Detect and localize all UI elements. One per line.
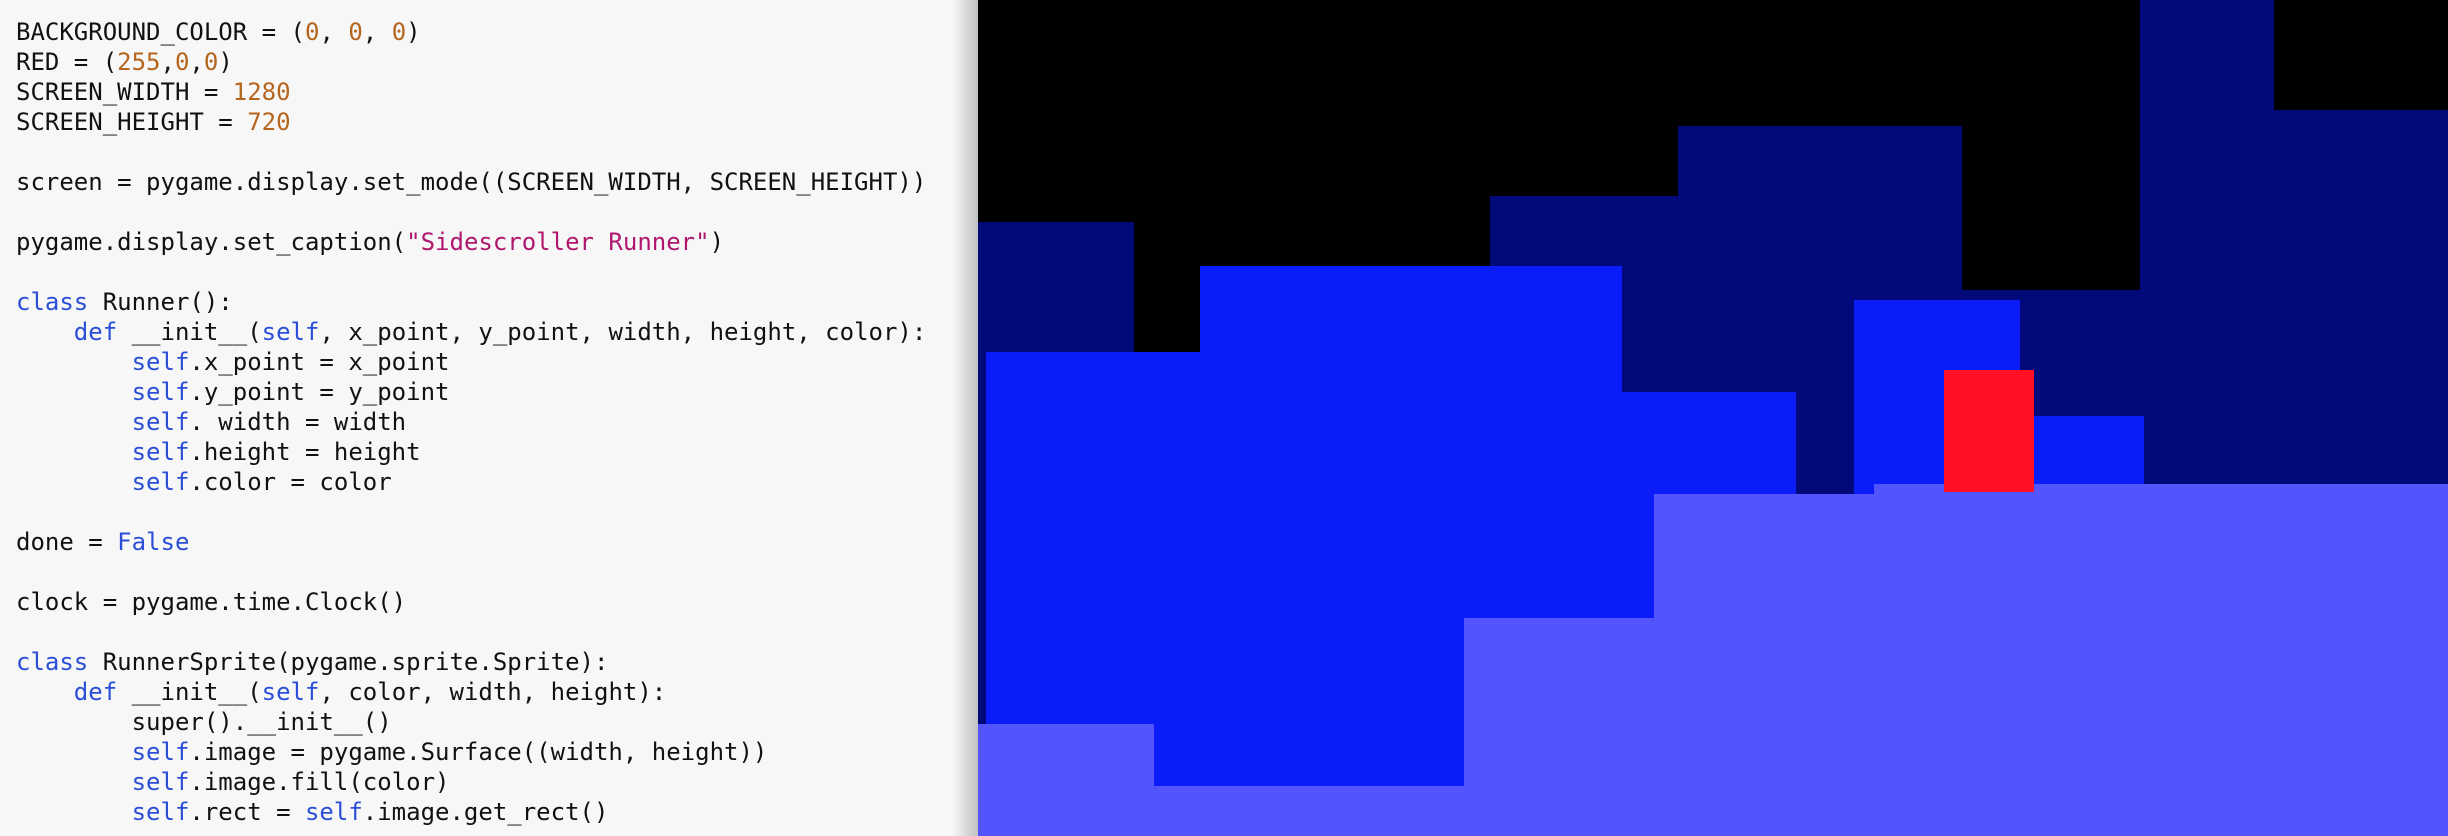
- code-token: __init__(: [117, 678, 262, 706]
- foreground-platform: [1154, 786, 1464, 836]
- foreground-platform: [2094, 484, 2448, 668]
- code-token: ,: [362, 18, 392, 46]
- code-line: pygame.display.set_caption("Sidescroller…: [16, 227, 724, 257]
- foreground-platform: [2094, 668, 2448, 836]
- foreground-platform: [1464, 618, 1654, 836]
- code-line: SCREEN_HEIGHT = 720: [16, 107, 291, 137]
- code-token: self: [261, 318, 320, 346]
- code-token: .height = height: [189, 438, 421, 466]
- code-token: 1280: [232, 78, 291, 106]
- code-line: def __init__(self, x_point, y_point, wid…: [16, 317, 927, 347]
- code-token: screen = pygame.display.set_mode((SCREEN…: [16, 168, 927, 196]
- code-token: 0: [304, 18, 320, 46]
- code-token: ,: [319, 18, 349, 46]
- code-token: def: [73, 678, 118, 706]
- code-token: ,: [189, 48, 204, 76]
- code-token: , x_point, y_point, width, height, color…: [319, 318, 927, 346]
- foreground-platform: [978, 724, 1154, 836]
- code-token: self: [131, 798, 190, 826]
- code-line: self.y_point = y_point: [16, 377, 450, 407]
- code-token: clock = pygame.time.Clock(): [16, 588, 407, 616]
- pane-divider-shadow: [952, 0, 978, 836]
- code-token: 0: [348, 18, 363, 46]
- code-token: ): [406, 18, 421, 46]
- code-token: . width = width: [189, 408, 407, 436]
- code-line: self.image = pygame.Surface((width, heig…: [16, 737, 768, 767]
- foreground-platform: [1654, 494, 1874, 836]
- code-token: self: [131, 738, 190, 766]
- code-token: class: [16, 648, 89, 676]
- code-token: self: [131, 768, 190, 796]
- code-token: self: [131, 468, 190, 496]
- code-token: super().__init__(): [16, 708, 392, 736]
- code-line: self.image.fill(color): [16, 767, 450, 797]
- code-token: .y_point = y_point: [189, 378, 450, 406]
- code-token: SCREEN_WIDTH =: [16, 78, 233, 106]
- code-token: Runner():: [88, 288, 233, 316]
- code-line: screen = pygame.display.set_mode((SCREEN…: [16, 167, 926, 197]
- code-token: self: [131, 438, 190, 466]
- code-token: False: [117, 528, 190, 556]
- code-token: 255: [117, 48, 161, 76]
- code-token: .image = pygame.Surface((width, height)): [189, 738, 768, 766]
- code-token: 0: [203, 48, 219, 76]
- code-token: 720: [247, 108, 291, 136]
- game-window[interactable]: [978, 0, 2448, 836]
- code-token: class: [16, 288, 89, 316]
- code-line: done = False: [16, 527, 189, 557]
- code-token: .x_point = x_point: [189, 348, 450, 376]
- code-token: "Sidescroller Runner": [406, 228, 710, 256]
- code-line: self. width = width: [16, 407, 407, 437]
- code-line: self.color = color: [16, 467, 392, 497]
- code-token: ): [218, 48, 233, 76]
- code-token: ,: [160, 48, 175, 76]
- code-token: BACKGROUND_COLOR = (: [16, 18, 305, 46]
- code-line: SCREEN_WIDTH = 1280: [16, 77, 291, 107]
- code-line: class Runner():: [16, 287, 233, 317]
- code-token: pygame.display.set_caption(: [16, 228, 407, 256]
- foreground-platform: [1874, 484, 2094, 836]
- code-editor-pane[interactable]: BACKGROUND_COLOR = (0, 0, 0) RED = (255,0…: [0, 0, 975, 836]
- code-line: class RunnerSprite(pygame.sprite.Sprite)…: [16, 647, 608, 677]
- code-token: self: [261, 678, 320, 706]
- code-token: RED = (: [16, 48, 118, 76]
- code-token: RunnerSprite(pygame.sprite.Sprite):: [88, 648, 609, 676]
- code-token: .color = color: [189, 468, 392, 496]
- code-token: self: [131, 408, 190, 436]
- code-token: .image.fill(color): [189, 768, 450, 796]
- code-line: self.x_point = x_point: [16, 347, 450, 377]
- code-line: RED = (255,0,0): [16, 47, 233, 77]
- code-token: self: [131, 378, 190, 406]
- code-line: def __init__(self, color, width, height)…: [16, 677, 666, 707]
- code-token: .image.get_rect(): [362, 798, 609, 826]
- code-token: 0: [391, 18, 407, 46]
- code-token: __init__(: [117, 318, 262, 346]
- code-line: clock = pygame.time.Clock(): [16, 587, 406, 617]
- code-line: self.height = height: [16, 437, 421, 467]
- code-token: done =: [16, 528, 118, 556]
- code-token: def: [73, 318, 118, 346]
- game-scene: [978, 0, 2448, 836]
- code-token: self: [304, 798, 363, 826]
- code-line: self.rect = self.image.get_rect(): [16, 797, 609, 827]
- code-token: .rect =: [189, 798, 305, 826]
- runner-sprite: [1944, 370, 2034, 492]
- code-token: SCREEN_HEIGHT =: [16, 108, 248, 136]
- code-line: BACKGROUND_COLOR = (0, 0, 0): [16, 17, 421, 47]
- code-token: ): [709, 228, 725, 256]
- code-line: super().__init__(): [16, 707, 392, 737]
- code-token: self: [131, 348, 190, 376]
- code-token: , color, width, height):: [319, 678, 667, 706]
- code-token: 0: [174, 48, 190, 76]
